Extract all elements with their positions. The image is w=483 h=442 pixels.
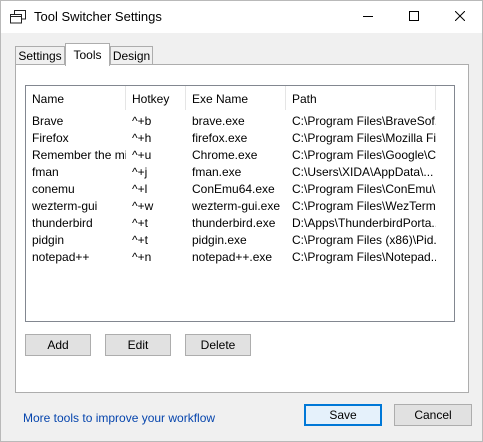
cell-exe-name: Chrome.exe xyxy=(192,148,258,162)
tab-tools[interactable]: Tools xyxy=(65,43,110,66)
cell-exe-name: pidgin.exe xyxy=(192,233,247,247)
column-header-filler xyxy=(436,86,454,110)
cell-hotkey: ^+b xyxy=(132,114,152,128)
cell-path: C:\Program Files\Mozilla Fir... xyxy=(292,131,436,145)
cell-name: Remember the milk xyxy=(32,148,126,162)
table-row[interactable]: Remember the milk ^+u Chrome.exe C:\Prog… xyxy=(26,146,454,163)
table-row[interactable]: Firefox ^+h firefox.exe C:\Program Files… xyxy=(26,129,454,146)
cell-name: conemu xyxy=(32,182,75,196)
cell-path: C:\Program Files (x86)\Pid... xyxy=(292,233,436,247)
cell-hotkey: ^+h xyxy=(132,131,152,145)
table-row[interactable]: pidgin ^+t pidgin.exe C:\Program Files (… xyxy=(26,231,454,248)
maximize-icon xyxy=(409,10,419,24)
table-row[interactable]: fman ^+j fman.exe C:\Users\XIDA\AppData\… xyxy=(26,163,454,180)
cell-path: C:\Program Files\Notepad... xyxy=(292,250,436,264)
table-row[interactable]: conemu ^+l ConEmu64.exe C:\Program Files… xyxy=(26,180,454,197)
cell-hotkey: ^+u xyxy=(132,148,152,162)
title-bar[interactable]: Tool Switcher Settings xyxy=(1,1,482,33)
cell-path: C:\Program Files\Google\C... xyxy=(292,148,436,162)
cell-name: pidgin xyxy=(32,233,65,247)
cell-exe-name: thunderbird.exe xyxy=(192,216,276,230)
minimize-icon xyxy=(363,10,373,24)
column-header-path[interactable]: Path xyxy=(286,86,436,110)
list-header: Name Hotkey Exe Name Path xyxy=(26,86,454,110)
cell-path: D:\Apps\ThunderbirdPorta... xyxy=(292,216,436,230)
tools-tab-panel: Name Hotkey Exe Name Path Brave ^+b brav… xyxy=(15,64,469,393)
delete-button[interactable]: Delete xyxy=(185,334,251,356)
table-row[interactable]: wezterm-gui ^+w wezterm-gui.exe C:\Progr… xyxy=(26,197,454,214)
cell-exe-name: firefox.exe xyxy=(192,131,248,145)
cell-path: C:\Program Files\BraveSof... xyxy=(292,114,436,128)
save-button[interactable]: Save xyxy=(304,404,382,426)
window-title: Tool Switcher Settings xyxy=(34,9,162,24)
cell-name: Brave xyxy=(32,114,64,128)
edit-button[interactable]: Edit xyxy=(105,334,171,356)
tab-design[interactable]: Design xyxy=(110,46,153,65)
cell-hotkey: ^+n xyxy=(132,250,152,264)
list-body: Brave ^+b brave.exe C:\Program Files\Bra… xyxy=(26,112,454,265)
cell-path: C:\Users\XIDA\AppData\... xyxy=(292,165,434,179)
cell-name: notepad++ xyxy=(32,250,90,264)
cancel-button[interactable]: Cancel xyxy=(394,404,472,426)
settings-window: Tool Switcher Settings Settings Tools De… xyxy=(0,0,483,442)
column-header-name[interactable]: Name xyxy=(26,86,126,110)
cell-hotkey: ^+j xyxy=(132,165,148,179)
more-tools-link[interactable]: More tools to improve your workflow xyxy=(23,411,215,425)
minimize-button[interactable] xyxy=(345,1,391,33)
column-header-hotkey[interactable]: Hotkey xyxy=(126,86,186,110)
cell-name: wezterm-gui xyxy=(32,199,98,213)
tools-list[interactable]: Name Hotkey Exe Name Path Brave ^+b brav… xyxy=(25,85,455,322)
cell-hotkey: ^+t xyxy=(132,233,148,247)
cell-exe-name: ConEmu64.exe xyxy=(192,182,275,196)
cell-path: C:\Program Files\ConEmu\... xyxy=(292,182,436,196)
cell-hotkey: ^+l xyxy=(132,182,148,196)
tab-settings[interactable]: Settings xyxy=(15,46,65,65)
close-icon xyxy=(454,10,466,24)
cell-name: Firefox xyxy=(32,131,69,145)
cell-exe-name: wezterm-gui.exe xyxy=(192,199,281,213)
cell-hotkey: ^+w xyxy=(132,199,154,213)
cell-path: C:\Program Files\WezTerm... xyxy=(292,199,436,213)
add-button[interactable]: Add xyxy=(25,334,91,356)
cell-exe-name: brave.exe xyxy=(192,114,245,128)
cell-exe-name: notepad++.exe xyxy=(192,250,273,264)
cell-hotkey: ^+t xyxy=(132,216,148,230)
table-row[interactable]: Brave ^+b brave.exe C:\Program Files\Bra… xyxy=(26,112,454,129)
cell-exe-name: fman.exe xyxy=(192,165,242,179)
cell-name: fman xyxy=(32,165,59,179)
window-switch-icon xyxy=(10,10,26,24)
table-row[interactable]: notepad++ ^+n notepad++.exe C:\Program F… xyxy=(26,248,454,265)
close-button[interactable] xyxy=(437,1,483,33)
cell-name: thunderbird xyxy=(32,216,93,230)
maximize-button[interactable] xyxy=(391,1,437,33)
table-row[interactable]: thunderbird ^+t thunderbird.exe D:\Apps\… xyxy=(26,214,454,231)
column-header-exe-name[interactable]: Exe Name xyxy=(186,86,286,110)
